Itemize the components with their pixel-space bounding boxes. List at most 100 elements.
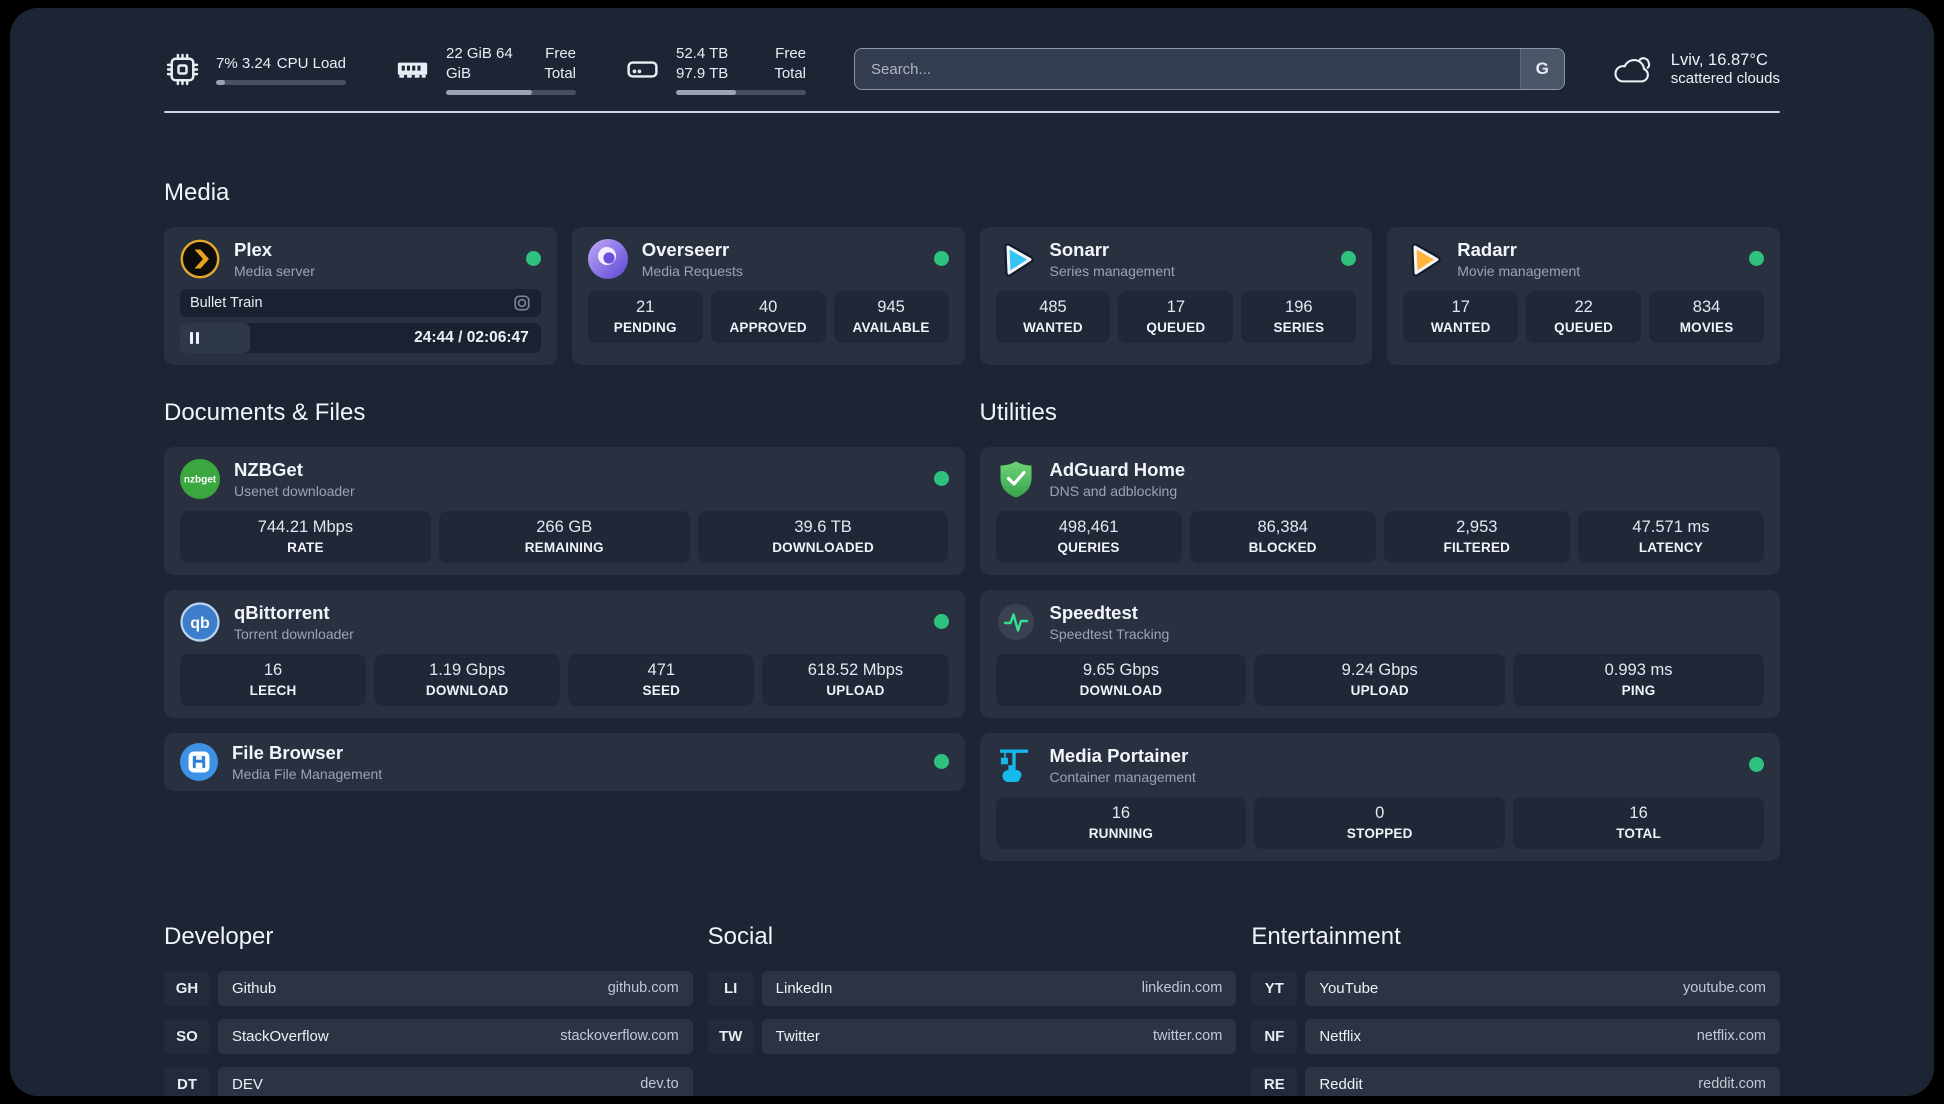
stat-label: UPLOAD <box>826 682 885 698</box>
link-dev[interactable]: DT DEV dev.to <box>164 1066 693 1096</box>
link-url: twitter.com <box>1153 1028 1223 1045</box>
link-name: DEV <box>232 1075 263 1093</box>
ram-free-value: 22 GiB <box>446 45 492 62</box>
stat-value: 40 <box>758 297 778 316</box>
stat-tile: 266 GB REMAINING <box>438 510 690 563</box>
card-portainer[interactable]: Media Portainer Container management 16 … <box>979 732 1780 861</box>
disk-total-value: 97.9 TB <box>676 64 729 82</box>
stat-value: 17 <box>1166 297 1186 316</box>
status-dot <box>525 251 541 267</box>
link-name: Reddit <box>1319 1075 1363 1093</box>
cpu-percent: 7% <box>216 54 238 72</box>
link-linkedin[interactable]: LI LinkedIn linkedin.com <box>707 970 1237 1006</box>
stat-value: 485 <box>1039 297 1067 316</box>
stat-label: LATENCY <box>1638 539 1704 555</box>
stat-label: UPLOAD <box>1350 682 1409 698</box>
service-subtitle: Speedtest Tracking <box>1049 625 1170 642</box>
stat-tile: 0 STOPPED <box>1254 796 1506 849</box>
now-playing-bar: Bullet Train <box>180 288 541 317</box>
card-sonarr[interactable]: Sonarr Series management 485 WANTED 17 Q… <box>979 226 1373 365</box>
ram-free-label: Free <box>545 45 576 62</box>
stat-value: 834 <box>1692 297 1721 316</box>
link-url: stackoverflow.com <box>560 1028 679 1045</box>
link-url: github.com <box>607 980 679 997</box>
link-url: linkedin.com <box>1141 980 1223 997</box>
stat-value: 9.24 Gbps <box>1341 660 1418 679</box>
link-stackoverflow[interactable]: SO StackOverflow stackoverflow.com <box>164 1018 693 1054</box>
status-dot <box>1749 757 1764 773</box>
pause-icon[interactable] <box>190 331 199 344</box>
stat-value: 1.19 Gbps <box>429 660 506 679</box>
ram-progress-fill <box>446 89 532 95</box>
weather-location-temp: Lviv, 16.87°C <box>1670 51 1768 70</box>
stat-label: DOWNLOADED <box>772 539 874 555</box>
stat-tile: 485 WANTED <box>995 290 1111 343</box>
status-dot <box>933 251 949 267</box>
stat-label: RUNNING <box>1088 825 1154 841</box>
card-adguard[interactable]: AdGuard Home DNS and adblocking 498,461 … <box>979 446 1780 575</box>
service-subtitle: Usenet downloader <box>234 482 355 499</box>
stat-value: 16 <box>1111 803 1131 822</box>
link-twitter[interactable]: TW Twitter twitter.com <box>707 1018 1237 1054</box>
service-title: File Browser <box>232 741 344 763</box>
stat-label: DOWNLOAD <box>1079 682 1163 698</box>
card-filebrowser[interactable]: File Browser Media File Management <box>164 732 965 791</box>
stat-tile: 9.24 Gbps UPLOAD <box>1254 653 1506 706</box>
topbar-separator <box>164 110 1780 113</box>
stat-tile: 498,461 QUERIES <box>995 510 1182 563</box>
stat-label: AVAILABLE <box>852 319 930 335</box>
ram-progress-track <box>446 89 576 95</box>
card-overseerr[interactable]: Overseerr Media Requests 21 PENDING 40 A… <box>571 226 965 365</box>
stat-label: WANTED <box>1430 319 1491 335</box>
service-subtitle: Media Requests <box>641 262 743 279</box>
link-tag: DT <box>164 1066 210 1096</box>
cpu-label: CPU <box>276 54 309 72</box>
link-youtube[interactable]: YT YouTube youtube.com <box>1251 970 1780 1006</box>
disk-progress-fill <box>676 89 736 95</box>
stat-tile: 86,384 BLOCKED <box>1189 510 1376 563</box>
stat-label: TOTAL <box>1616 825 1661 841</box>
search-engine-button[interactable]: G <box>1519 49 1564 90</box>
stat-label: FILTERED <box>1443 539 1511 555</box>
playback-time: 24:44 / 02:06:47 <box>414 328 529 346</box>
link-tag: YT <box>1251 970 1298 1006</box>
service-title: Media Portainer <box>1049 744 1189 766</box>
stat-label: LEECH <box>249 682 297 698</box>
stat-tile: 834 MOVIES <box>1649 290 1765 343</box>
disk-free-label: Free <box>775 45 806 62</box>
playback-progress-fill <box>180 322 251 353</box>
stat-value: 618.52 Mbps <box>807 660 904 679</box>
weather-condition: scattered clouds <box>1670 70 1780 88</box>
stat-value: 22 <box>1574 297 1593 316</box>
stat-value: 86,384 <box>1257 517 1308 536</box>
card-nzbget[interactable]: nzbget NZBGet Usenet downloader 744.21 M… <box>164 446 965 575</box>
card-radarr[interactable]: Radarr Movie management 17 WANTED 22 QUE… <box>1387 226 1780 365</box>
stat-value: 0.993 ms <box>1604 660 1673 679</box>
link-url: netflix.com <box>1696 1028 1766 1045</box>
link-url: dev.to <box>640 1076 679 1093</box>
link-netflix[interactable]: NF Netflix netflix.com <box>1251 1018 1780 1054</box>
sonarr-icon <box>1003 242 1034 277</box>
link-tag: GH <box>164 970 210 1006</box>
link-reddit[interactable]: RE Reddit reddit.com <box>1251 1066 1780 1096</box>
stat-value: 2,953 <box>1456 517 1498 536</box>
stat-label: SERIES <box>1273 319 1325 335</box>
section-title-media: Media <box>164 178 230 206</box>
stat-tile: 16 LEECH <box>180 653 367 706</box>
link-name: StackOverflow <box>232 1027 329 1045</box>
svg-text:qb: qb <box>190 615 210 632</box>
card-speedtest[interactable]: Speedtest Speedtest Tracking 9.65 Gbps D… <box>979 589 1780 718</box>
status-dot <box>1341 251 1357 267</box>
playback-progress: 24:44 / 02:06:47 <box>180 322 541 353</box>
ram-icon <box>397 62 428 78</box>
stat-tile: 47.571 ms LATENCY <box>1577 510 1764 563</box>
adguard-icon <box>1000 461 1031 498</box>
stat-label: SEED <box>642 682 681 698</box>
search-input[interactable] <box>855 49 1520 90</box>
stat-tile: 16 RUNNING <box>995 796 1247 849</box>
cpu-icon <box>166 53 199 86</box>
card-plex[interactable]: Plex Media server Bullet Train 24:44 / 0… <box>164 226 557 365</box>
card-qbittorrent[interactable]: qb qBittorrent Torrent downloader 16 LEE… <box>164 589 965 718</box>
link-github[interactable]: GH Github github.com <box>164 970 693 1006</box>
section-title-documents: Documents & Files <box>164 398 366 426</box>
